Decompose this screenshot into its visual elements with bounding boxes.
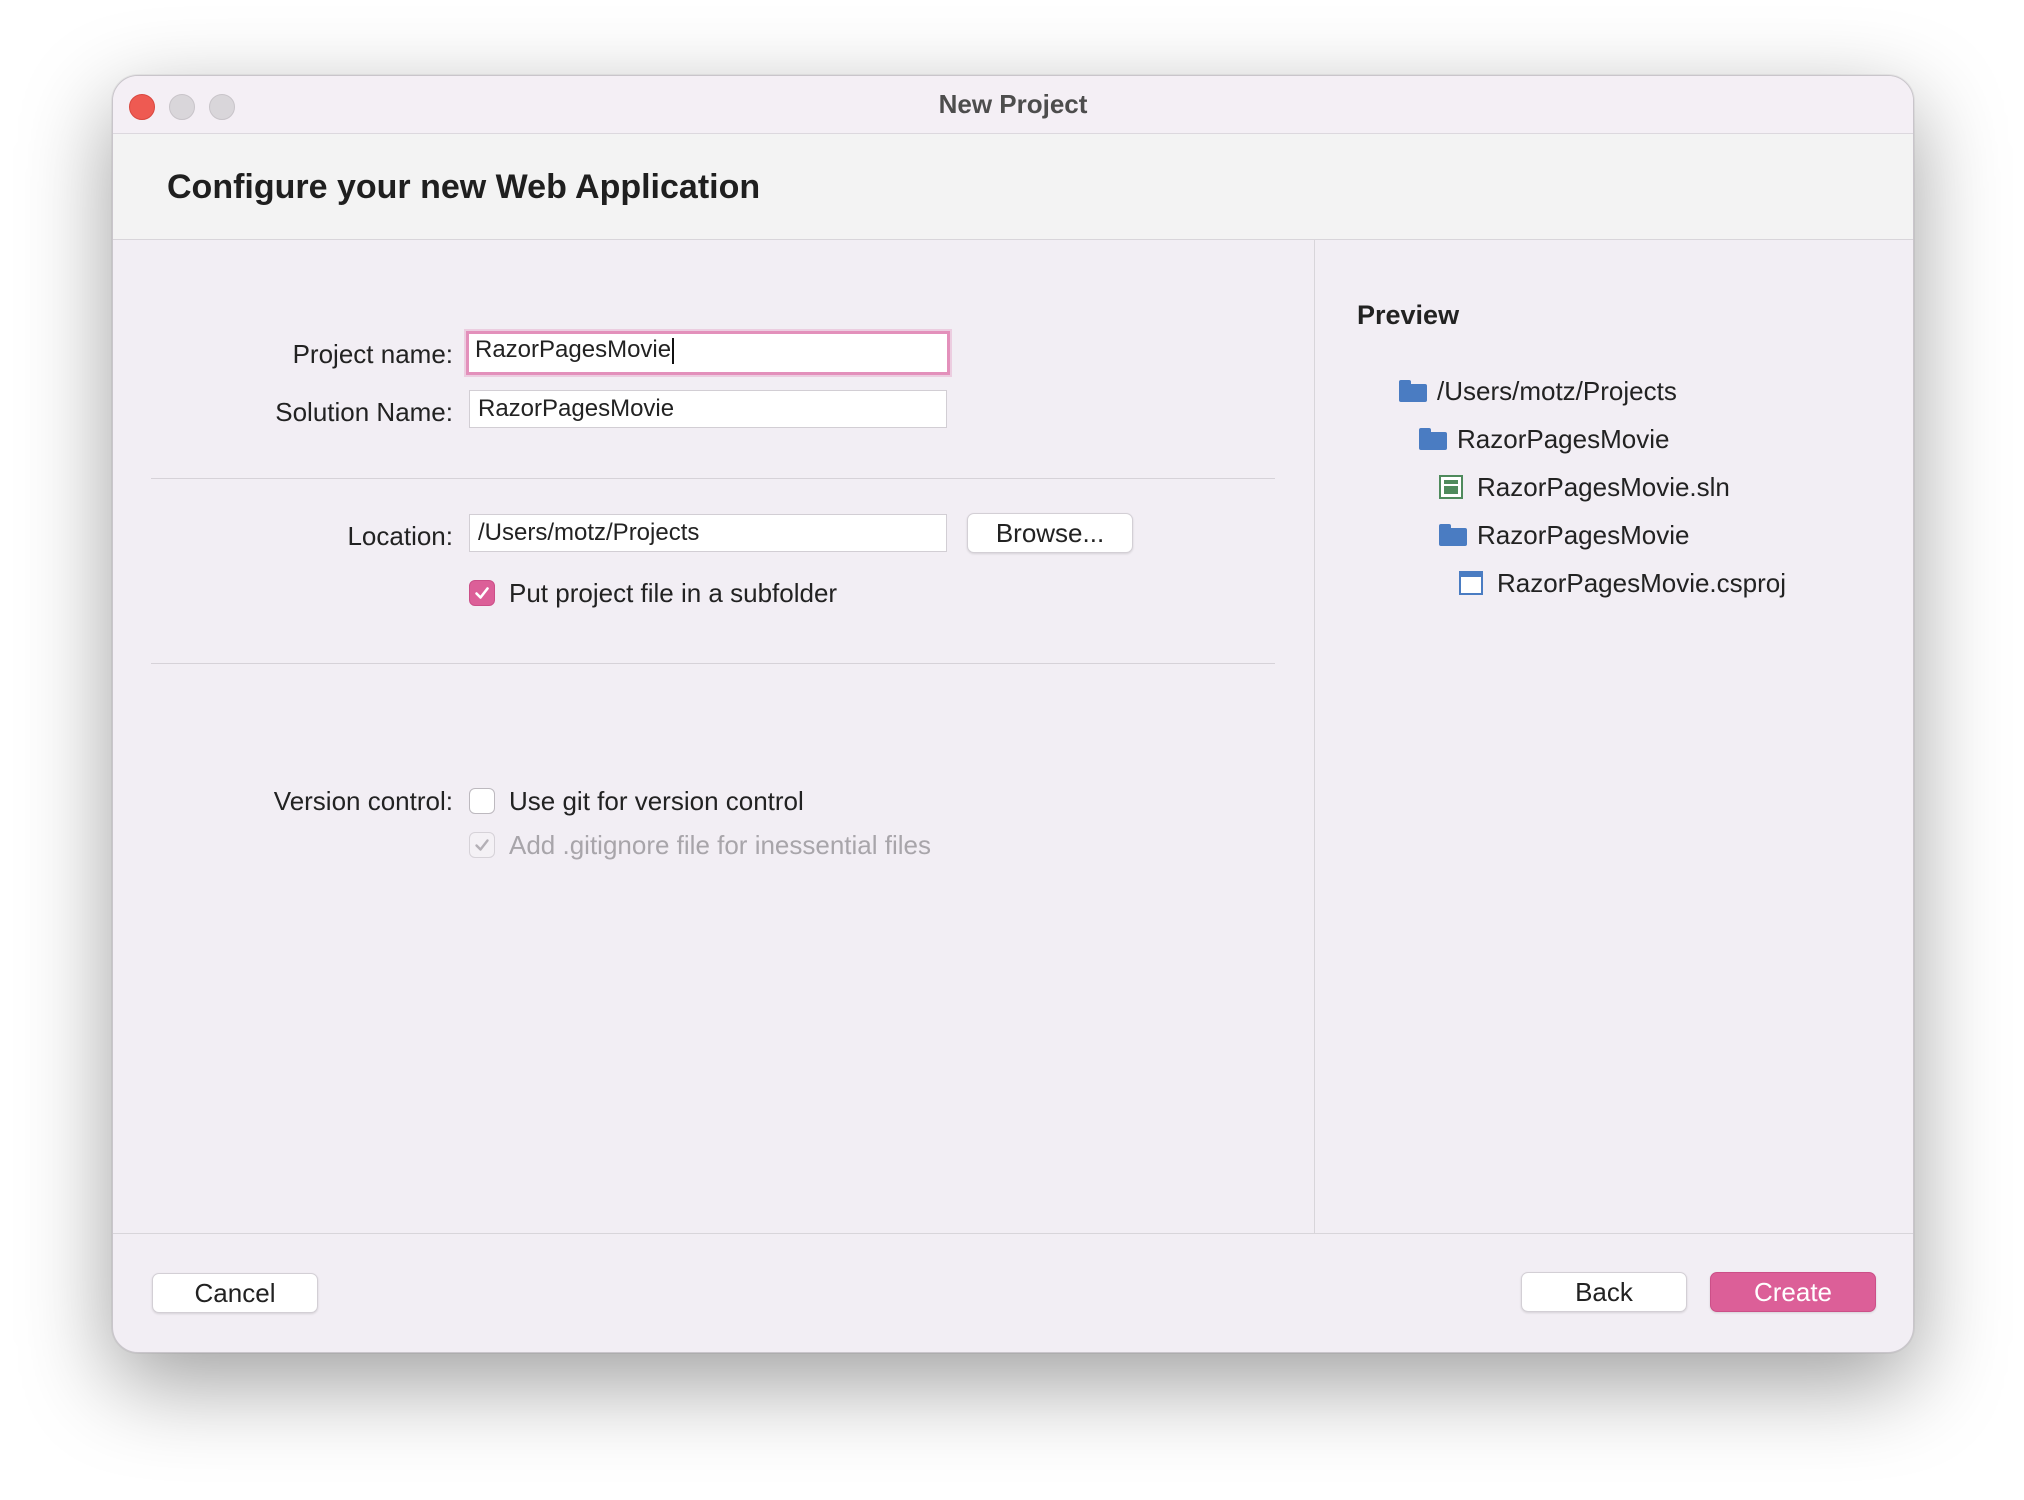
- tree-item-label: /Users/motz/Projects: [1437, 375, 1677, 406]
- gitignore-checkbox: [469, 832, 495, 858]
- solution-file-icon: [1439, 475, 1463, 499]
- subfolder-checkbox[interactable]: [469, 580, 495, 606]
- checkmark-icon: [475, 587, 489, 599]
- text-caret: [672, 337, 675, 364]
- tree-item: RazorPagesMovie: [1419, 422, 1669, 456]
- section-divider: [151, 663, 1275, 664]
- use-git-checkbox-row[interactable]: Use git for version control: [469, 786, 804, 816]
- location-value: /Users/motz/Projects: [478, 519, 700, 546]
- tree-item: RazorPagesMovie.csproj: [1459, 566, 1786, 600]
- solution-name-value: RazorPagesMovie: [478, 395, 675, 422]
- tree-item: /Users/motz/Projects: [1399, 374, 1677, 408]
- tree-item-label: RazorPagesMovie.csproj: [1497, 567, 1787, 598]
- browse-button[interactable]: Browse...: [967, 513, 1133, 553]
- preview-pane: Preview /Users/motz/Projects RazorPagesM…: [1314, 240, 1913, 1233]
- create-button[interactable]: Create: [1710, 1272, 1876, 1312]
- project-file-icon: [1459, 571, 1483, 595]
- dialog-footer: Cancel Back Create: [113, 1233, 1913, 1352]
- location-input[interactable]: /Users/motz/Projects: [469, 514, 947, 552]
- tree-item-label: RazorPagesMovie.sln: [1477, 471, 1730, 502]
- section-divider: [151, 478, 1275, 479]
- dialog-header: Configure your new Web Application: [113, 134, 1913, 240]
- tree-item-label: RazorPagesMovie: [1457, 423, 1670, 454]
- version-control-label: Version control:: [273, 786, 453, 816]
- project-name-label: Project name:: [292, 339, 453, 369]
- title-bar: New Project: [113, 76, 1913, 134]
- back-button[interactable]: Back: [1521, 1272, 1687, 1312]
- solution-name-input[interactable]: RazorPagesMovie: [469, 390, 947, 428]
- folder-icon: [1419, 428, 1447, 450]
- use-git-checkbox[interactable]: [469, 788, 495, 814]
- cancel-button[interactable]: Cancel: [152, 1273, 318, 1313]
- use-git-label: Use git for version control: [509, 785, 804, 816]
- folder-icon: [1399, 380, 1427, 402]
- tree-item-label: RazorPagesMovie: [1477, 519, 1690, 550]
- checkmark-icon: [475, 839, 489, 851]
- location-label: Location:: [347, 521, 453, 551]
- preview-title: Preview: [1357, 300, 1460, 330]
- subfolder-label: Put project file in a subfolder: [509, 577, 838, 608]
- tree-item: RazorPagesMovie: [1439, 518, 1689, 552]
- page-title: Configure your new Web Application: [167, 168, 761, 206]
- subfolder-checkbox-row[interactable]: Put project file in a subfolder: [469, 578, 837, 608]
- configuration-form: Project name: RazorPagesMovie Solution N…: [113, 240, 1313, 1233]
- window-title: New Project: [938, 89, 1088, 119]
- project-name-value: RazorPagesMovie: [475, 336, 672, 363]
- gitignore-label: Add .gitignore file for inessential file…: [509, 829, 932, 860]
- gitignore-checkbox-row: Add .gitignore file for inessential file…: [469, 830, 931, 860]
- solution-name-label: Solution Name:: [275, 397, 453, 427]
- tree-item: RazorPagesMovie.sln: [1439, 470, 1730, 504]
- folder-icon: [1439, 524, 1467, 546]
- project-name-input[interactable]: RazorPagesMovie: [466, 331, 950, 375]
- new-project-window: New Project Configure your new Web Appli…: [112, 75, 1914, 1353]
